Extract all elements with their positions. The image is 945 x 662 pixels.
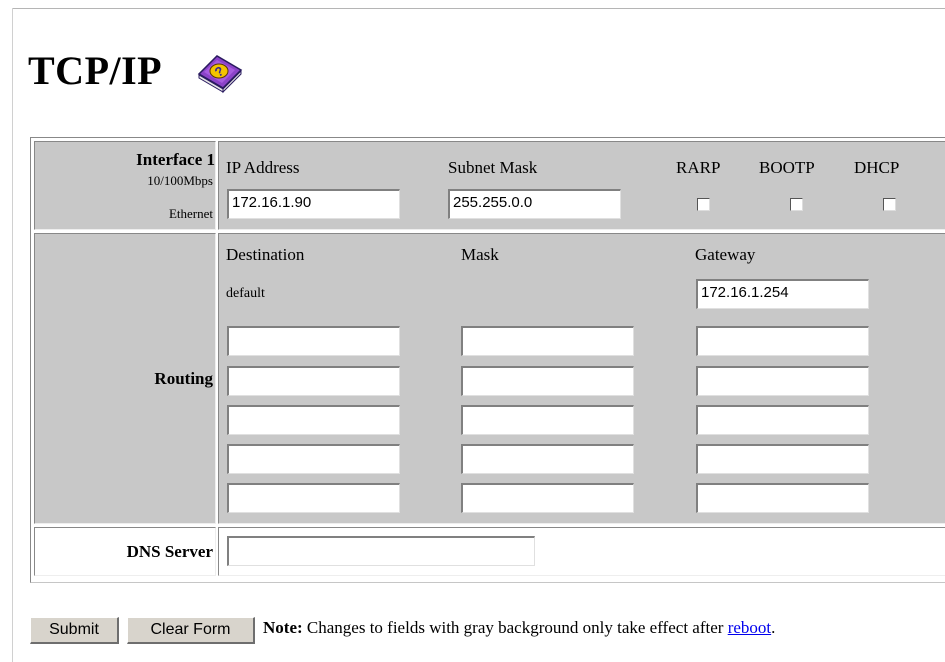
routing-label: Routing: [154, 369, 213, 388]
note-end: .: [771, 618, 776, 637]
page-title: TCP/IP: [28, 48, 163, 93]
dhcp-checkbox[interactable]: [883, 198, 896, 211]
route-destination-input-4[interactable]: [227, 444, 400, 474]
help-book-icon[interactable]: ?: [195, 48, 245, 98]
route-destination-input-5[interactable]: [227, 483, 400, 513]
note-label: Note:: [263, 618, 303, 637]
interface-speed: 10/100Mbps: [147, 173, 213, 188]
left-divider: [12, 8, 13, 662]
route-destination-input-2[interactable]: [227, 366, 400, 396]
dns-server-label: DNS Server: [126, 542, 213, 561]
route-mask-input-3[interactable]: [461, 405, 634, 435]
dns-server-input[interactable]: [227, 536, 535, 566]
dhcp-label: DHCP: [854, 158, 900, 177]
route-mask-input-4[interactable]: [461, 444, 634, 474]
route-mask-input-2[interactable]: [461, 366, 634, 396]
destination-header: Destination: [226, 245, 305, 264]
route-mask-input-5[interactable]: [461, 483, 634, 513]
interface-name: Interface 1: [136, 150, 215, 169]
subnet-mask-label: Subnet Mask: [448, 158, 538, 177]
route-gateway-input-5[interactable]: [696, 483, 869, 513]
bootp-checkbox[interactable]: [790, 198, 803, 211]
interface-type: Ethernet: [168, 206, 213, 221]
ip-address-label: IP Address: [226, 158, 300, 177]
bootp-label: BOOTP: [759, 158, 815, 177]
route-gateway-input-2[interactable]: [696, 366, 869, 396]
clear-form-button[interactable]: Clear Form: [127, 617, 255, 644]
route-gateway-input-1[interactable]: [696, 326, 869, 356]
gateway-header: Gateway: [695, 245, 756, 264]
reboot-link[interactable]: reboot: [728, 618, 771, 637]
tcpip-form-table: Interface 1 10/100Mbps Ethernet IP Addre…: [30, 137, 945, 583]
ip-address-input[interactable]: 172.16.1.90: [227, 189, 400, 219]
route-destination-input-1[interactable]: [227, 326, 400, 356]
submit-button[interactable]: Submit: [30, 617, 119, 644]
subnet-mask-input[interactable]: 255.255.0.0: [448, 189, 621, 219]
reboot-note: Note: Changes to fields with gray backgr…: [263, 618, 775, 638]
route-gateway-input-4[interactable]: [696, 444, 869, 474]
note-text: Changes to fields with gray background o…: [302, 618, 728, 637]
route-mask-input-1[interactable]: [461, 326, 634, 356]
mask-header: Mask: [461, 245, 499, 264]
route-gateway-input-3[interactable]: [696, 405, 869, 435]
default-gateway-input[interactable]: 172.16.1.254: [696, 279, 869, 309]
rarp-label: RARP: [676, 158, 721, 177]
top-divider: [12, 8, 945, 9]
default-route-label: default: [226, 286, 265, 301]
rarp-checkbox[interactable]: [697, 198, 710, 211]
route-destination-input-3[interactable]: [227, 405, 400, 435]
